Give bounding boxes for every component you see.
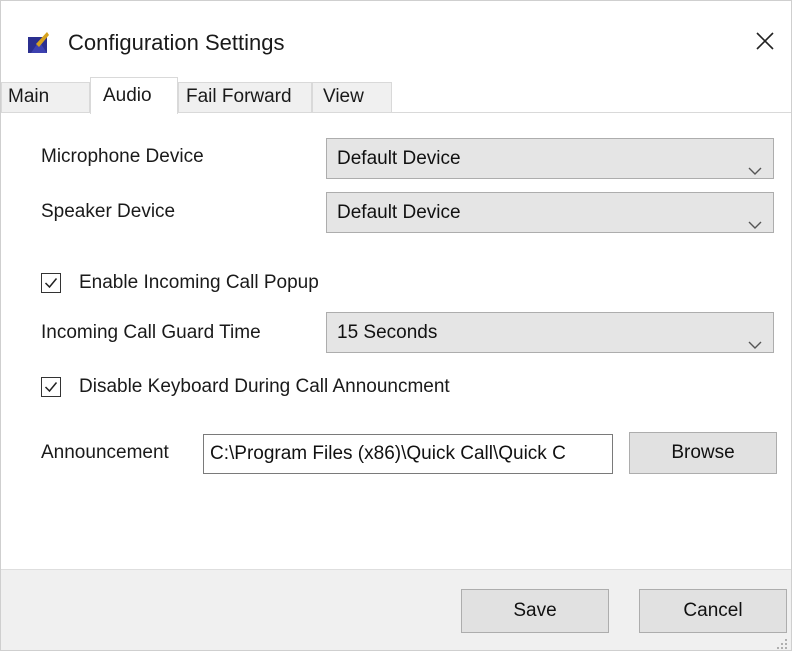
cancel-button[interactable]: Cancel <box>639 589 787 633</box>
browse-button[interactable]: Browse <box>629 432 777 474</box>
close-button[interactable] <box>745 23 785 63</box>
configuration-settings-dialog: Configuration Settings Main Audio Fail F… <box>0 0 792 651</box>
checkmark-icon <box>44 382 58 393</box>
speaker-device-select[interactable]: Default Device <box>326 192 774 233</box>
close-icon <box>756 31 774 55</box>
microphone-device-label: Microphone Device <box>41 146 204 167</box>
save-button[interactable]: Save <box>461 589 609 633</box>
incoming-call-guard-time-label: Incoming Call Guard Time <box>41 322 261 343</box>
app-logo-icon <box>27 32 49 54</box>
chevron-down-icon <box>747 206 763 229</box>
speaker-device-label: Speaker Device <box>41 201 176 222</box>
checkmark-icon <box>44 278 58 289</box>
tab-main[interactable]: Main <box>1 82 90 112</box>
tab-view[interactable]: View <box>312 82 392 112</box>
speaker-device-value: Default Device <box>337 202 461 223</box>
chevron-down-icon <box>747 326 763 349</box>
microphone-device-value: Default Device <box>337 148 461 169</box>
resize-grip-icon[interactable] <box>776 637 788 649</box>
title-bar: Configuration Settings <box>1 1 791 79</box>
enable-incoming-call-popup-label[interactable]: Enable Incoming Call Popup <box>79 271 319 295</box>
chevron-down-icon <box>747 152 763 175</box>
incoming-call-guard-time-select[interactable]: 15 Seconds <box>326 312 774 353</box>
tab-fail-forward[interactable]: Fail Forward <box>178 82 312 112</box>
window-title: Configuration Settings <box>68 30 285 55</box>
announcement-label: Announcement <box>41 442 169 463</box>
microphone-device-select[interactable]: Default Device <box>326 138 774 179</box>
incoming-call-guard-time-value: 15 Seconds <box>337 322 438 343</box>
disable-keyboard-checkbox[interactable] <box>41 377 61 397</box>
disable-keyboard-label[interactable]: Disable Keyboard During Call Announcment <box>79 375 450 399</box>
tab-audio[interactable]: Audio <box>90 77 178 114</box>
enable-incoming-call-popup-checkbox[interactable] <box>41 273 61 293</box>
announcement-path-input[interactable]: C:\Program Files (x86)\Quick Call\Quick … <box>203 434 613 474</box>
